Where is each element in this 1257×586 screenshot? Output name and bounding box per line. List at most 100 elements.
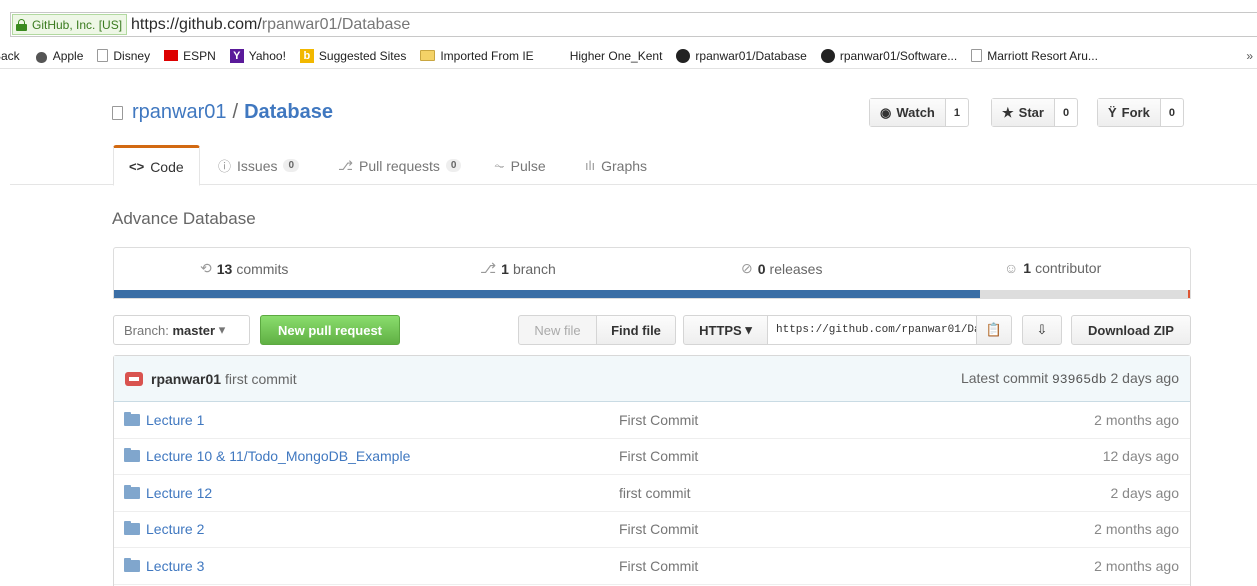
download-zip-button[interactable]: Download ZIP: [1071, 315, 1191, 345]
bookmark-rpanwar-database[interactable]: rpanwar01/Database: [676, 48, 807, 63]
bookmark-marriott[interactable]: Marriott Resort Aru...: [971, 49, 1098, 63]
branch-icon: ⎇: [480, 260, 497, 276]
commit-message-link[interactable]: first commit: [225, 371, 297, 387]
file-commit-message[interactable]: First Commit: [619, 412, 698, 428]
pulse-icon: ⏦: [494, 157, 505, 173]
commits-link[interactable]: ⟲ 13 commits: [200, 260, 288, 277]
bookmark-higher-one[interactable]: Higher One_Kent: [570, 49, 663, 63]
fork-count[interactable]: 0: [1161, 99, 1183, 126]
watch-button[interactable]: ◉ Watch: [870, 99, 946, 126]
folder-icon: [124, 411, 140, 426]
bookmark-yahoo[interactable]: Y Yahoo!: [229, 48, 286, 63]
repo-owner-link[interactable]: rpanwar01: [132, 101, 227, 124]
branch-select-label: Branch:: [124, 322, 169, 338]
watch-button-group: ◉ Watch 1: [869, 98, 969, 127]
folder-icon: [124, 557, 140, 572]
latest-commit-bar: rpanwar01 first commit Latest commit 939…: [114, 356, 1190, 402]
file-commit-message[interactable]: First Commit: [619, 558, 698, 574]
branch-link[interactable]: ⎇ 1 branch: [480, 260, 556, 277]
fork-button[interactable]: Ÿ Fork: [1098, 99, 1161, 126]
table-row: Lecture 12 first commit 2 days ago: [114, 475, 1190, 512]
bookmark-label: Marriott Resort Aru...: [987, 48, 1098, 63]
tab-pull-requests[interactable]: ⎇ Pull requests 0: [338, 145, 462, 186]
file-name-link[interactable]: Lecture 12: [146, 485, 212, 501]
repo-title: rpanwar01 / Database: [112, 101, 333, 124]
file-table: rpanwar01 first commit Latest commit 939…: [113, 355, 1191, 586]
commit-sha-link[interactable]: 93965db: [1052, 372, 1107, 387]
file-age: 2 months ago: [1094, 521, 1179, 538]
bookmark-espn[interactable]: ESPN: [164, 49, 216, 63]
pull-request-icon: ⎇: [338, 157, 353, 173]
url-host: https://github.com/: [131, 15, 262, 33]
contributor-label: contributor: [1035, 260, 1102, 276]
branch-label: branch: [512, 260, 556, 277]
bookmark-apple[interactable]: Apple: [34, 48, 84, 63]
tab-pulse[interactable]: ⏦ Pulse: [494, 145, 546, 186]
protocol-label: HTTPS: [699, 322, 742, 338]
caret-down-icon: ▾: [745, 322, 752, 337]
find-file-button[interactable]: Find file: [596, 315, 676, 345]
bookmark-disney[interactable]: Disney: [97, 49, 150, 63]
language-bar-fill: [114, 290, 981, 298]
url-text[interactable]: https://github.com/rpanwar01/Database: [131, 16, 410, 34]
file-name-link[interactable]: Lecture 2: [146, 521, 204, 537]
star-button[interactable]: ★ Star: [992, 99, 1055, 126]
bookmark-label: ESPN: [183, 48, 216, 63]
bookmark-label: Imported From IE: [440, 48, 534, 63]
bookmarks-overflow-button[interactable]: »: [1246, 49, 1253, 63]
star-count[interactable]: 0: [1055, 99, 1077, 126]
table-row: Lecture 2 First Commit 2 months ago: [114, 512, 1190, 548]
tab-label: Pulse: [510, 157, 546, 174]
folder-icon: [124, 448, 140, 463]
new-file-button[interactable]: New file: [518, 315, 597, 345]
page-icon: [97, 49, 109, 62]
open-desktop-button[interactable]: ⇩: [1022, 315, 1062, 345]
releases-link[interactable]: ⊘ 0 releases: [741, 260, 822, 277]
repo-name-link[interactable]: Database: [244, 101, 333, 124]
bookmark-label: Apple: [52, 48, 84, 63]
releases-label: releases: [769, 260, 823, 277]
file-commit-message[interactable]: First Commit: [619, 448, 698, 464]
copy-url-button[interactable]: 📋: [976, 315, 1012, 345]
repo-nav-tabs: <> Code ⓘ Issues 0 ⎇ Pull requests 0 ⏦ Pulse ı…: [10, 145, 1257, 186]
tab-code[interactable]: <> Code: [113, 145, 200, 186]
bookmark-rpanwar-software[interactable]: rpanwar01/Software...: [820, 48, 958, 63]
file-name-link[interactable]: Lecture 10 & 11/Todo_MongoDB_Example: [146, 448, 410, 464]
clone-url-input[interactable]: https://github.com/rpanwar01/Database.gi…: [767, 315, 977, 345]
bookmark-label: Back: [0, 48, 20, 63]
language-bar-tip: [1188, 290, 1190, 298]
watch-label: Watch: [896, 105, 935, 120]
caret-down-icon: ▾: [218, 322, 226, 337]
new-pull-request-button[interactable]: New pull request: [260, 315, 400, 345]
history-icon: ⟲: [200, 260, 212, 276]
bookmark-imported-from-ie[interactable]: Imported From IE: [420, 48, 534, 63]
file-commit-message[interactable]: First Commit: [619, 521, 698, 537]
tab-issues[interactable]: ⓘ Issues 0: [218, 145, 300, 186]
file-commit-message[interactable]: first commit: [619, 485, 691, 501]
contributor-count: 1: [1023, 260, 1032, 276]
address-bar[interactable]: GitHub, Inc. [US] https://github.com/rpa…: [10, 12, 1257, 37]
clipboard-icon: 📋: [985, 322, 1003, 337]
certificate-badge[interactable]: GitHub, Inc. [US]: [12, 14, 128, 35]
language-bar[interactable]: [114, 290, 1190, 298]
tab-graphs[interactable]: ılı Graphs: [585, 145, 647, 186]
file-name-link[interactable]: Lecture 3: [146, 558, 204, 574]
espn-icon: [164, 50, 179, 61]
watch-count[interactable]: 1: [946, 99, 968, 126]
contributor-link[interactable]: ☺ 1 contributor: [1004, 260, 1101, 276]
avatar[interactable]: [125, 371, 143, 386]
file-name-link[interactable]: Lecture 1: [146, 412, 204, 428]
issue-icon: ⓘ: [218, 159, 232, 174]
clone-protocol-select[interactable]: HTTPS ▾: [683, 315, 768, 345]
bookmark-suggested-sites[interactable]: b Suggested Sites: [299, 48, 406, 63]
bookmark-label: rpanwar01/Software...: [839, 48, 958, 63]
commit-author-link[interactable]: rpanwar01: [151, 371, 221, 387]
github-icon: [676, 48, 691, 63]
star-icon: ★: [1002, 104, 1014, 120]
repo-summary: ⟲ 13 commits ⎇ 1 branch ⊘ 0 releases ☺ 1 contrib…: [113, 247, 1191, 299]
back-bookmark[interactable]: Back: [0, 49, 20, 63]
latest-commit-prefix: Latest commit: [960, 370, 1049, 386]
github-icon: [820, 48, 835, 63]
commits-label: commits: [236, 260, 289, 277]
branch-select-button[interactable]: Branch: master ▾: [113, 315, 250, 345]
